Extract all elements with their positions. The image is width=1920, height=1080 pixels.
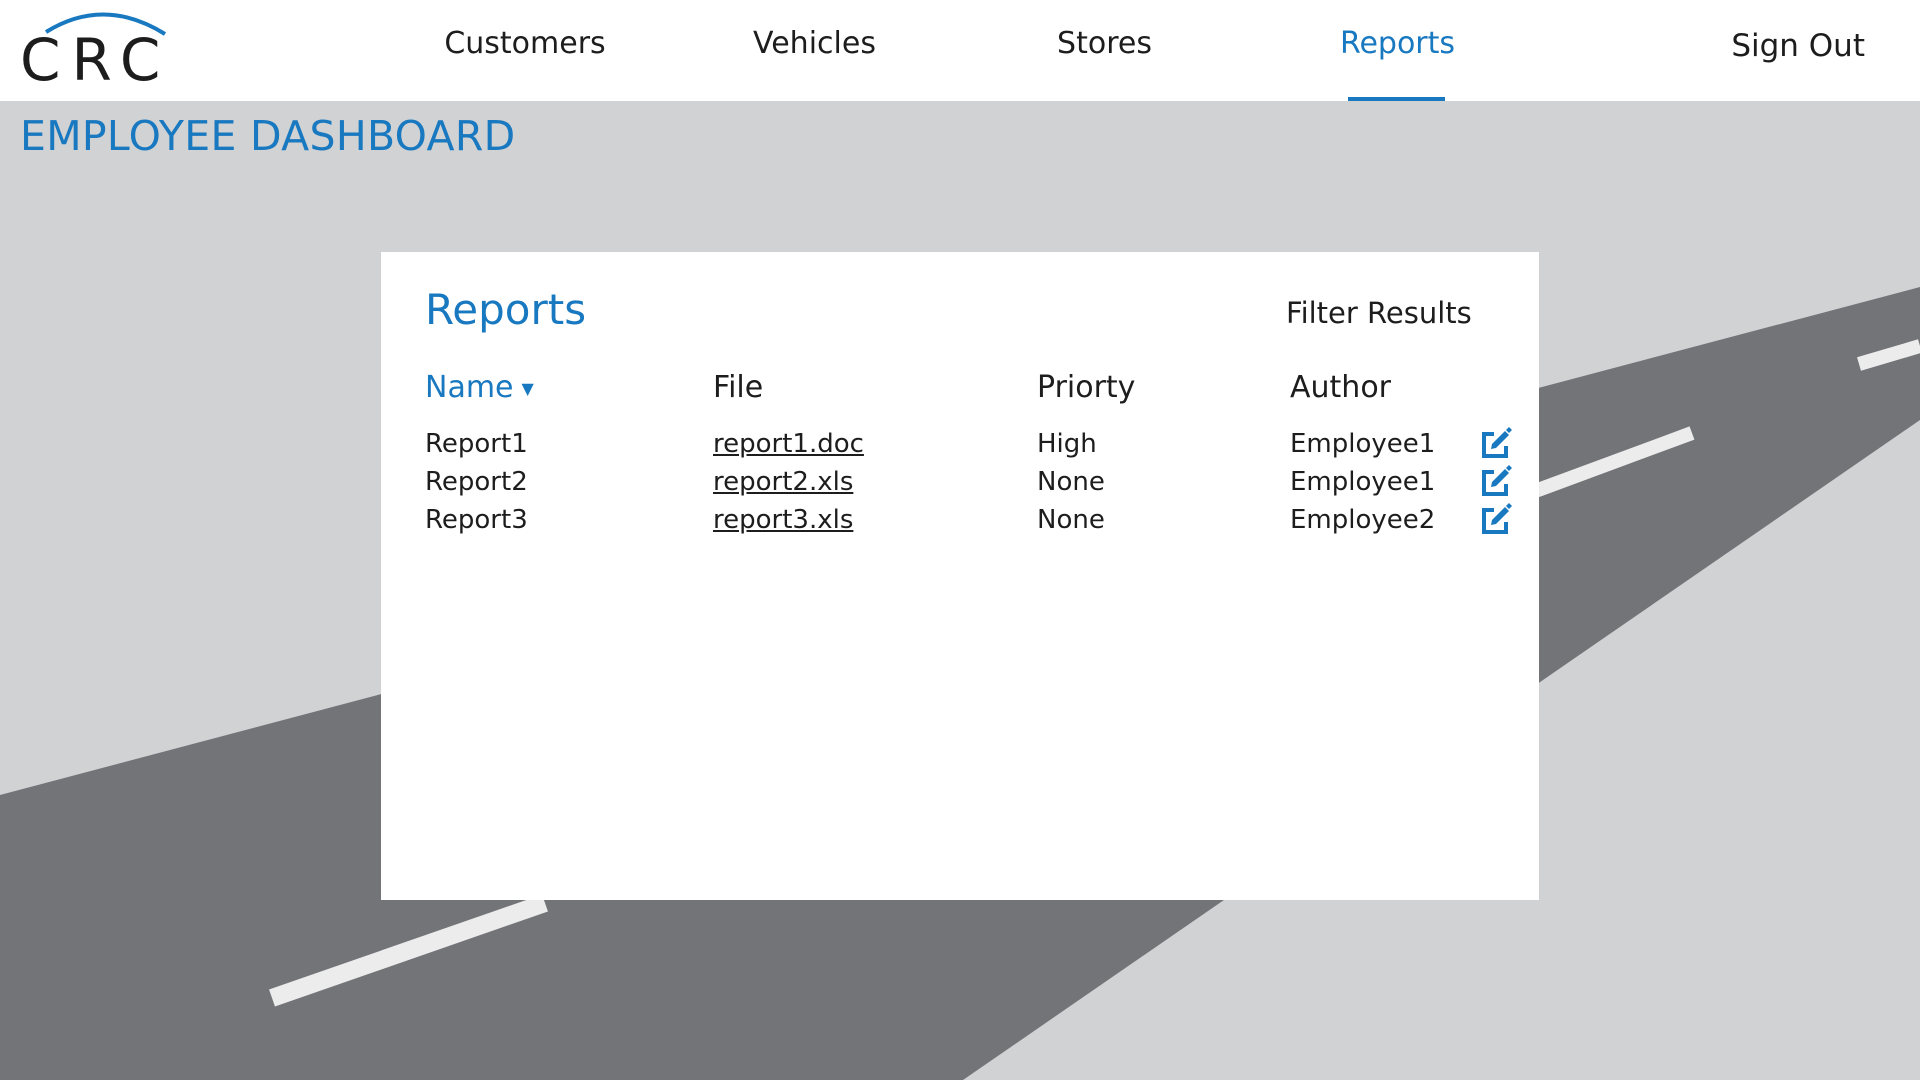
table-row: Report1 report1.doc High Employee1 [381, 425, 1539, 463]
report-name: Report1 [425, 429, 528, 459]
nav-vehicles[interactable]: Vehicles [742, 0, 887, 101]
active-tab-indicator [1348, 97, 1445, 101]
sign-out-button[interactable]: Sign Out [1731, 0, 1865, 92]
column-header-name[interactable]: Name ▼ [425, 370, 534, 405]
edit-icon[interactable] [1478, 427, 1512, 461]
table-row: Report3 report3.xls None Employee2 [381, 501, 1539, 539]
report-author: Employee2 [1290, 505, 1436, 535]
filter-results-button[interactable]: Filter Results [1286, 296, 1472, 330]
sort-descending-icon: ▼ [521, 379, 534, 398]
reports-card: Reports Filter Results Name ▼ File Priort… [381, 252, 1539, 900]
nav-customers[interactable]: Customers [440, 0, 610, 101]
report-author: Employee1 [1290, 467, 1436, 497]
report-name: Report3 [425, 505, 528, 535]
report-author: Employee1 [1290, 429, 1436, 459]
column-header-name-label: Name [425, 370, 514, 405]
reports-title: Reports [425, 285, 587, 334]
column-header-priority: Priorty [1037, 370, 1136, 405]
report-priority: High [1037, 429, 1097, 459]
nav-reports[interactable]: Reports [1335, 0, 1460, 101]
column-header-file: File [713, 370, 764, 405]
table-row: Report2 report2.xls None Employee1 [381, 463, 1539, 501]
nav-stores[interactable]: Stores [1047, 0, 1162, 101]
report-priority: None [1037, 505, 1105, 535]
column-header-author: Author [1290, 370, 1392, 405]
page-title: EMPLOYEE DASHBOARD [20, 112, 516, 160]
edit-icon[interactable] [1478, 465, 1512, 499]
report-name: Report2 [425, 467, 528, 497]
crc-logo[interactable]: CRC [20, 8, 172, 93]
report-file-link[interactable]: report3.xls [713, 501, 853, 539]
top-navigation-bar: CRC Customers Vehicles Stores Reports Si… [0, 0, 1920, 101]
edit-icon[interactable] [1478, 503, 1512, 537]
report-priority: None [1037, 467, 1105, 497]
logo-text: CRC [20, 26, 172, 94]
report-file-link[interactable]: report2.xls [713, 463, 853, 501]
report-file-link[interactable]: report1.doc [713, 425, 864, 463]
